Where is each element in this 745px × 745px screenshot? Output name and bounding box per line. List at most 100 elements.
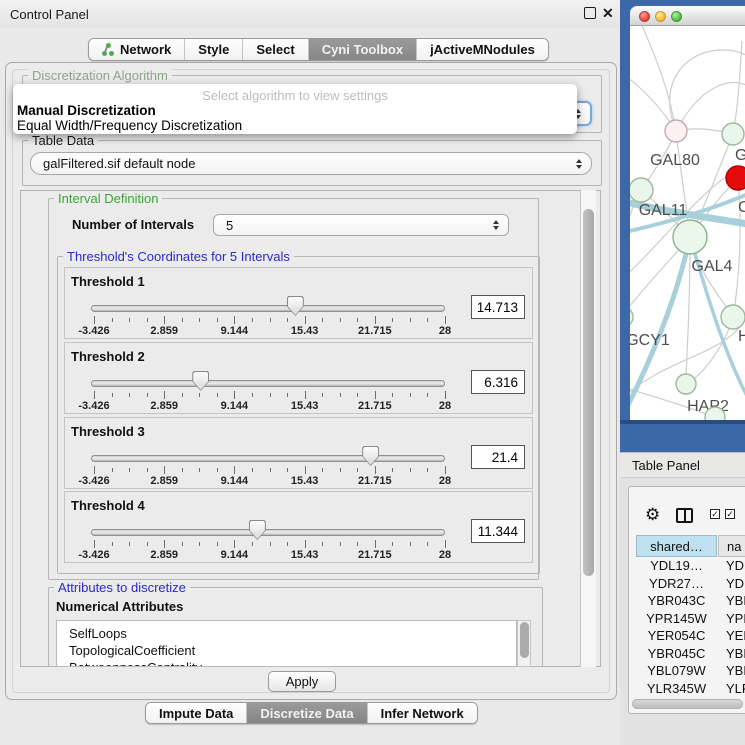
threshold-value-field[interactable]: 14.713 xyxy=(471,295,525,319)
network-node[interactable] xyxy=(705,407,725,420)
table-data-title: Table Data xyxy=(28,133,98,148)
threshold-value-field[interactable]: 21.4 xyxy=(471,445,525,469)
table-row[interactable]: YBR043CYBR0 xyxy=(630,593,745,611)
network-node[interactable] xyxy=(722,123,744,145)
table-row[interactable]: YER054CYER0 xyxy=(630,628,745,646)
cell-name: YBR0 xyxy=(726,593,745,608)
tick-label: 2.859 xyxy=(150,475,178,487)
tick-mark xyxy=(94,316,95,324)
table-data-combobox[interactable]: galFiltered.sif default node xyxy=(30,152,592,175)
tick-mark xyxy=(164,540,165,548)
close-icon[interactable]: ✕ xyxy=(602,5,614,22)
slider-thumb[interactable] xyxy=(192,371,209,391)
tab-infer-network[interactable]: Infer Network xyxy=(368,703,477,723)
tick-mark xyxy=(427,468,428,472)
numerical-attributes-list[interactable]: SelfLoops TopologicalCoefficient Betweenne… xyxy=(56,620,517,667)
mac-close-icon[interactable] xyxy=(639,11,650,22)
table-horizontal-scrollbar[interactable] xyxy=(632,699,743,709)
tab-impute-data[interactable]: Impute Data xyxy=(146,703,247,723)
apply-button[interactable]: Apply xyxy=(268,671,336,692)
table-row[interactable]: YLR345WYLR3 xyxy=(630,681,745,699)
tick-mark xyxy=(305,540,306,548)
tick-mark xyxy=(322,318,323,322)
checkbox-icon[interactable]: ✓ xyxy=(710,509,720,519)
network-node[interactable] xyxy=(673,220,707,254)
tab-network[interactable]: Network xyxy=(89,39,185,60)
tick-mark xyxy=(392,542,393,546)
tick-mark xyxy=(445,316,446,324)
tick-mark xyxy=(147,393,148,397)
node-table-rows: YDL19…YDL1YDR27…YDR2YBR043CYBR0YPR145WYP… xyxy=(630,558,745,699)
attribute-list-item[interactable]: TopologicalCoefficient xyxy=(69,643,195,658)
node-label: GCY1 xyxy=(630,332,670,349)
checkbox-icon[interactable]: ✓ xyxy=(725,509,735,519)
threshold-panel: Threshold 4-3.4262.8599.14415.4321.71528… xyxy=(64,491,533,563)
column-layout-icon[interactable] xyxy=(676,508,693,523)
network-node[interactable] xyxy=(630,178,653,202)
attribute-list-item[interactable]: SelfLoops xyxy=(69,626,127,641)
slider-track[interactable] xyxy=(91,305,445,312)
network-node[interactable] xyxy=(665,120,687,142)
tick-label: 28 xyxy=(439,549,451,561)
tick-mark xyxy=(129,542,130,546)
tab-discretize-data[interactable]: Discretize Data xyxy=(247,703,367,723)
tick-mark xyxy=(147,468,148,472)
cell-shared-name: YDL19… xyxy=(636,558,717,573)
algorithm-option[interactable]: Equal Width/Frequency Discretization xyxy=(17,118,242,133)
tick-mark xyxy=(147,318,148,322)
slider-track[interactable] xyxy=(91,529,445,536)
slider-thumb[interactable] xyxy=(249,520,266,540)
tab-jactivemnodules[interactable]: jActiveMNodules xyxy=(417,39,548,60)
column-header-shared-name[interactable]: shared… xyxy=(636,535,717,557)
slider-thumb[interactable] xyxy=(362,446,379,466)
network-node[interactable] xyxy=(676,374,696,394)
mac-minimize-icon[interactable] xyxy=(655,11,666,22)
gear-icon[interactable]: ⚙ xyxy=(645,505,660,525)
table-row[interactable]: YBL079WYBL0 xyxy=(630,663,745,681)
tick-mark xyxy=(357,468,358,472)
threshold-value-field[interactable]: 6.316 xyxy=(471,370,525,394)
tick-label: 15.43 xyxy=(291,549,319,561)
network-canvas[interactable]: GAL80GACGAL11GAL4GCY1HHAP2 xyxy=(630,26,745,420)
tick-mark xyxy=(270,542,271,546)
cell-shared-name: YER054C xyxy=(636,628,717,643)
algorithm-popup-hint: Select algorithm to view settings xyxy=(13,88,577,103)
tab-cyni-toolbox[interactable]: Cyni Toolbox xyxy=(309,39,417,60)
attributes-scrollbar-thumb[interactable] xyxy=(520,622,529,658)
network-node[interactable] xyxy=(726,166,745,190)
table-row[interactable]: YDL19…YDL1 xyxy=(630,558,745,576)
slider-ticks xyxy=(94,316,445,325)
tab-label: Cyni Toolbox xyxy=(322,42,403,57)
slider-thumb[interactable] xyxy=(287,296,304,316)
network-node[interactable] xyxy=(721,305,745,329)
tick-label: 21.715 xyxy=(358,549,392,561)
float-window-icon[interactable] xyxy=(584,7,596,19)
threshold-label: Threshold 4 xyxy=(71,498,145,513)
table-row[interactable]: YPR145WYPR1 xyxy=(630,611,745,629)
tick-mark xyxy=(270,468,271,472)
column-header-name[interactable]: na xyxy=(718,535,745,557)
top-tab-strip: Network StyleSelect Cyni Toolbox jActiveMNo… xyxy=(88,38,549,61)
slider-track[interactable] xyxy=(91,380,445,387)
slider-track[interactable] xyxy=(91,455,445,462)
table-row[interactable]: YDR27…YDR2 xyxy=(630,576,745,594)
combo-spinner-icon xyxy=(576,159,582,169)
tick-mark xyxy=(129,393,130,397)
slider-ticks xyxy=(94,391,445,400)
tick-mark xyxy=(427,318,428,322)
network-node[interactable] xyxy=(630,307,633,327)
tab-label: Network xyxy=(120,42,171,57)
number-of-intervals-combobox[interactable]: 5 xyxy=(213,214,509,236)
tab-style[interactable]: Style xyxy=(185,39,243,60)
algorithm-option[interactable]: Manual Discretization xyxy=(17,103,156,118)
cell-name: YBR0 xyxy=(726,646,745,661)
tab-select[interactable]: Select xyxy=(243,39,308,60)
attribute-list-item[interactable]: BetweennessCentrality xyxy=(69,660,202,667)
tick-mark xyxy=(410,393,411,397)
mac-zoom-icon[interactable] xyxy=(671,11,682,22)
attributes-group-title: Attributes to discretize xyxy=(54,580,190,595)
cell-shared-name: YBR045C xyxy=(636,646,717,661)
threshold-value-field[interactable]: 11.344 xyxy=(471,519,525,543)
table-row[interactable]: YBR045C YBR0 xyxy=(630,646,745,664)
main-scrollbar-thumb[interactable] xyxy=(583,209,594,576)
